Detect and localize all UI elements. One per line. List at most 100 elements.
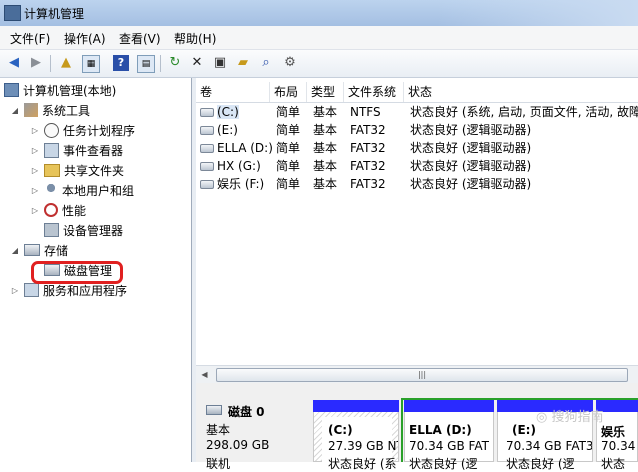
partition-status: 状态 [601,457,626,471]
storage-icon [24,244,40,256]
tree-label-system-tools: 系统工具 [42,103,91,118]
column-filesystem[interactable]: 文件系统 [344,82,404,102]
tree-item-local-users[interactable]: ▷ 本地用户和组 [30,180,134,200]
menu-file[interactable]: 文件(F) [10,30,50,47]
column-type[interactable]: 类型 [307,82,344,102]
back-arrow-icon[interactable]: ◀ [6,55,22,71]
tree-label-task-scheduler: 任务计划程序 [63,123,136,138]
tree-label-shared-folders: 共享文件夹 [64,163,125,178]
layout-cell: 简单 [276,141,301,155]
volume-cell: HX (G:) [196,157,274,175]
settings-icon[interactable]: ⚙ [282,55,298,71]
type-cell: 基本 [313,123,338,137]
help-icon[interactable]: ? [113,55,129,71]
disk-size: 298.09 GB [206,438,270,452]
menu-help[interactable]: 帮助(H) [174,30,216,47]
volume-row[interactable]: ELLA (D:) 简单 基本 FAT32 状态良好 (逻辑驱动器) [196,139,638,157]
collapsed-arrow-icon[interactable]: ▷ [30,146,40,155]
volume-row[interactable]: (E:) 简单 基本 FAT32 状态良好 (逻辑驱动器) [196,121,638,139]
volume-list: 卷 布局 类型 文件系统 状态 (C:) 简单 基本 NTFS 状态良好 (系统… [196,78,638,365]
computer-icon [4,83,19,97]
disk-type: 基本 [206,423,231,437]
expanded-arrow-icon[interactable]: ◢ [10,246,20,255]
collapsed-arrow-icon[interactable]: ▷ [30,166,40,175]
partition-label: ELLA (D:) [409,423,472,437]
menu-action[interactable]: 操作(A) [64,30,106,47]
disk-icon [206,405,222,415]
drive-icon [200,144,214,153]
window-title: 计算机管理 [24,7,85,21]
filesystem-cell: NTFS [350,105,381,119]
column-layout[interactable]: 布局 [270,82,307,102]
tree-label-device-manager: 设备管理器 [63,223,124,238]
clock-icon [44,122,59,138]
status-cell: 状态良好 (逻辑驱动器) [410,177,532,191]
expanded-arrow-icon[interactable]: ◢ [10,106,20,115]
drive-icon [200,108,214,117]
collapsed-arrow-icon[interactable]: ▷ [30,206,40,215]
filesystem-cell: FAT32 [350,177,386,191]
tree-item-system-tools[interactable]: ◢ 系统工具 [10,100,90,120]
collapsed-arrow-icon[interactable]: ▷ [10,286,20,295]
tree-item-root[interactable]: 计算机管理(本地) [4,80,116,100]
menu-view[interactable]: 查看(V) [119,30,161,47]
scrollbar-thumb[interactable]: ||| [216,368,628,382]
column-header: 卷 布局 类型 文件系统 状态 [196,82,638,103]
partition-status: 状态良好 (逻 [506,457,575,471]
column-status[interactable]: 状态 [404,82,638,102]
performance-icon [44,203,58,217]
tree-label-services: 服务和应用程序 [43,283,128,298]
volume-row[interactable]: 娱乐 (F:) 简单 基本 FAT32 状态良好 (逻辑驱动器) [196,175,638,193]
tree-item-performance[interactable]: ▷ 性能 [30,200,86,220]
filesystem-cell: FAT32 [350,159,386,173]
volume-cell: 娱乐 (F:) [196,175,274,193]
horizontal-scrollbar[interactable]: ◀ ||| [196,365,638,383]
services-icon [24,283,39,297]
partition-size: 70.34 [601,439,636,453]
volume-row[interactable]: (C:) 简单 基本 NTFS 状态良好 (系统, 启动, 页面文件, 活动, … [196,103,638,121]
title-bar-glass [438,0,638,26]
scroll-left-arrow-icon[interactable]: ◀ [196,366,213,383]
tree-item-task-scheduler[interactable]: ▷ 任务计划程序 [30,120,135,140]
device-manager-icon [44,223,59,237]
toolbar-separator [50,55,51,72]
shared-folder-icon [44,163,60,177]
disk-status: 联机 [206,457,231,471]
layout-cell: 简单 [276,177,301,191]
filesystem-cell: FAT32 [350,141,386,155]
partition-status: 状态良好 (系 [328,457,397,471]
watermark: ◎ 搜狗指南 [536,406,604,425]
type-cell: 基本 [313,159,338,173]
tree-item-shared-folders[interactable]: ▷ 共享文件夹 [30,160,124,180]
volume-row[interactable]: HX (G:) 简单 基本 FAT32 状态良好 (逻辑驱动器) [196,157,638,175]
tree-item-event-viewer[interactable]: ▷ 事件查看器 [30,140,123,160]
refresh-icon[interactable]: ↻ [167,55,183,71]
tools-icon [24,103,38,117]
partition-size: 70.34 GB FAT [409,439,489,453]
disk-name: 磁盘 0 [228,405,265,419]
console-icon[interactable]: ▤ [137,55,155,73]
open-icon[interactable]: ▰ [235,55,251,71]
tree-label-event-viewer: 事件查看器 [63,143,124,158]
show-tree-icon[interactable]: ▦ [82,55,100,73]
type-cell: 基本 [313,105,338,119]
partition-size: 27.39 GB NT [328,439,398,453]
forward-arrow-icon[interactable]: ▶ [28,55,44,71]
partition-d[interactable]: ELLA (D:) 70.34 GB FAT 状态良好 (逻 [404,400,494,471]
type-cell: 基本 [313,177,338,191]
properties-icon[interactable]: ▣ [212,55,228,71]
column-volume[interactable]: 卷 [196,82,270,102]
tree-item-storage[interactable]: ◢ 存储 [10,240,68,260]
delete-icon[interactable]: ✕ [189,55,205,71]
event-viewer-icon [44,142,59,158]
partition-c[interactable]: (C:) 27.39 GB NT 状态良好 (系 [313,400,399,471]
partition-bar [313,400,399,412]
up-folder-icon[interactable]: ▲ [58,55,74,71]
collapsed-arrow-icon[interactable]: ▷ [30,186,40,195]
tree-item-device-manager[interactable]: 设备管理器 [44,220,123,240]
search-icon[interactable]: ⌕ [258,55,274,71]
disk-info: 磁盘 0 基本 298.09 GB 联机 [200,393,308,471]
status-cell: 状态良好 (逻辑驱动器) [410,141,532,155]
collapsed-arrow-icon[interactable]: ▷ [30,126,40,135]
users-icon [44,183,58,197]
